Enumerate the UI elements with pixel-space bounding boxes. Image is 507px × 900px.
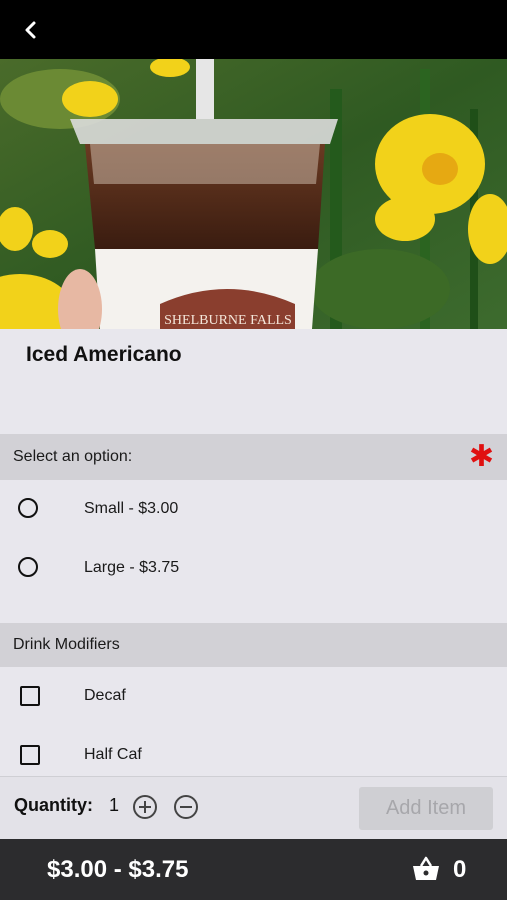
modifiers-section-header: Drink Modifiers	[0, 623, 507, 667]
product-photo: SHELBURNE FALLS	[0, 59, 507, 329]
cup-logo-text: SHELBURNE FALLS	[164, 313, 292, 328]
options-section-header: Select an option: ✱	[0, 434, 507, 480]
increase-quantity-button[interactable]	[132, 794, 158, 820]
checkbox[interactable]	[20, 745, 40, 765]
option-label: Small - $3.00	[84, 500, 179, 517]
quantity-value: 1	[109, 795, 120, 815]
basket-icon	[413, 856, 439, 880]
option-label: Large - $3.75	[84, 559, 180, 576]
option-small[interactable]: Small - $3.00	[0, 481, 507, 539]
options-label: Select an option:	[13, 448, 133, 465]
modifier-half-caf[interactable]: Half Caf	[0, 727, 507, 776]
quantity-bar: Quantity: 1 Add Item	[0, 776, 507, 840]
radio-button[interactable]	[18, 557, 38, 577]
decrease-quantity-button[interactable]	[173, 794, 199, 820]
cart-count: 0	[453, 856, 467, 883]
product-title: Iced Americano	[26, 343, 182, 366]
plus-circle-icon	[133, 795, 157, 819]
top-nav-bar	[0, 0, 507, 59]
required-asterisk-icon: ✱	[468, 440, 494, 473]
product-header: Iced Americano	[0, 329, 507, 434]
add-item-button[interactable]: Add Item	[359, 787, 493, 830]
radio-button[interactable]	[18, 498, 38, 518]
checkbox[interactable]	[20, 686, 40, 706]
modifier-label: Decaf	[84, 687, 126, 704]
minus-circle-icon	[174, 795, 198, 819]
footer-bar: $3.00 - $3.75 0	[0, 839, 507, 900]
modifier-decaf[interactable]: Decaf	[0, 668, 507, 726]
price-range: $3.00 - $3.75	[47, 856, 189, 883]
modifiers-label: Drink Modifiers	[13, 636, 120, 653]
quantity-label: Quantity:	[14, 795, 93, 815]
chevron-left-icon	[25, 21, 36, 39]
option-large[interactable]: Large - $3.75	[0, 540, 507, 598]
cart-button[interactable]	[412, 856, 440, 882]
back-button[interactable]	[14, 14, 46, 46]
modifier-label: Half Caf	[84, 746, 142, 763]
